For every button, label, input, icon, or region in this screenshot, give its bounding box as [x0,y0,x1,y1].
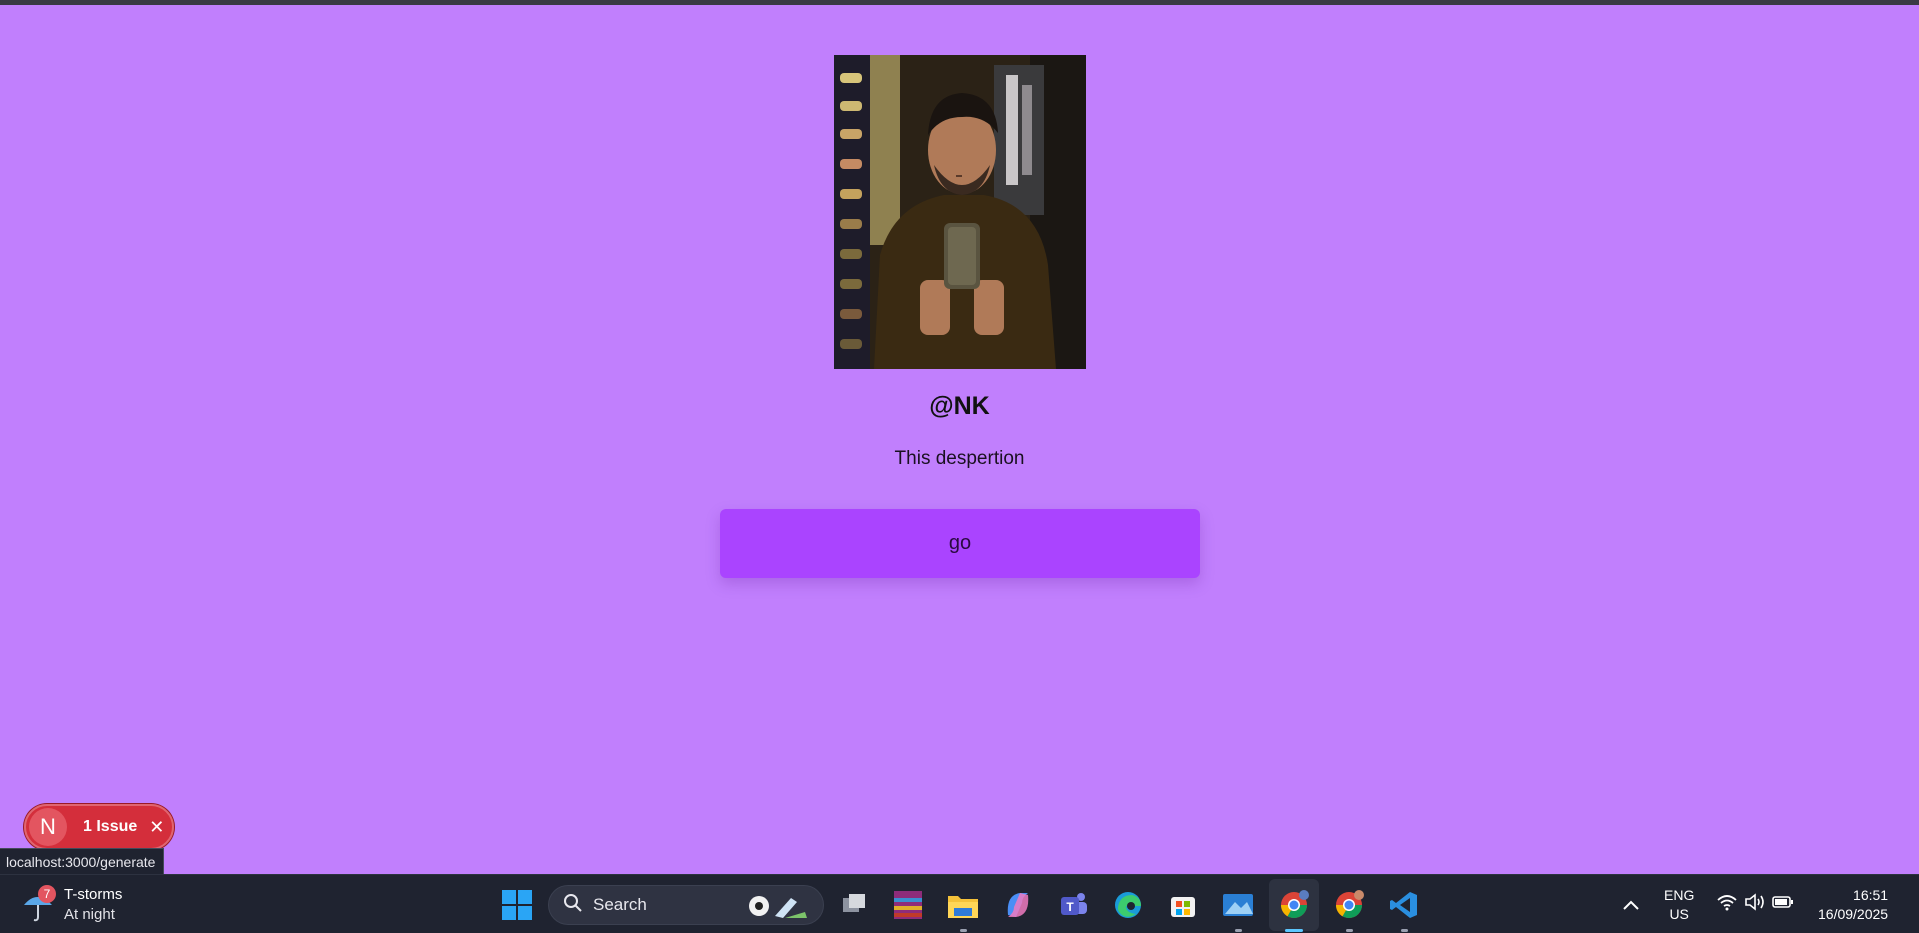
windows-logo-icon [502,890,516,904]
chrome-profile-icon[interactable] [1331,887,1367,932]
go-button[interactable]: go [720,509,1200,578]
volume-icon [1744,893,1766,916]
language-indicator[interactable]: ENG US [1664,875,1694,933]
search-icon [563,893,583,918]
search-highlight-icon [745,892,809,925]
photos-icon[interactable] [1220,887,1256,932]
start-button[interactable] [502,890,532,920]
keyboard-region: US [1669,905,1689,922]
link-status-bar: localhost:3000/generate [0,848,165,874]
close-icon[interactable]: ✕ [149,818,164,836]
profile-handle: @NK [929,392,990,420]
microsoft-store-icon[interactable] [1165,887,1201,923]
language-code: ENG [1664,886,1695,903]
running-indicator [960,929,967,932]
active-app-indicator [1285,929,1303,932]
show-hidden-icons-button[interactable] [1622,875,1640,933]
weather-time-of-day: At night [64,906,115,923]
running-indicator [1401,929,1408,932]
vscode-icon[interactable] [1386,887,1422,932]
running-indicator [1235,929,1242,932]
copilot-icon[interactable] [1000,887,1036,923]
issue-count-label[interactable]: 1 Issue [83,818,137,836]
quick-settings[interactable] [1716,875,1794,933]
taskbar-search[interactable]: Search [548,885,824,925]
windows-taskbar: 7 T-storms At night Search T ENG US 16:5… [0,874,1919,933]
nextjs-issues-indicator[interactable]: N 1 Issue ✕ [24,804,174,850]
clock-time: 16:51 [1853,886,1889,903]
profile-photo [834,55,1086,369]
battery-icon [1772,895,1794,914]
edge-icon[interactable] [1110,887,1146,923]
clock[interactable]: 16:51 16/09/2025 [1818,875,1888,933]
nextjs-logo-icon[interactable]: N [29,808,67,846]
task-view-icon[interactable] [836,887,872,923]
profile-bio: This despertion [894,448,1025,469]
file-explorer-icon[interactable] [945,887,981,932]
umbrella-icon: 7 [22,885,56,925]
winrar-icon[interactable] [890,887,926,923]
running-indicator [1346,929,1353,932]
wifi-icon [1716,893,1738,916]
search-label: Search [593,895,647,914]
svg-text:T: T [1066,900,1074,914]
weather-notification-badge: 7 [38,885,56,903]
weather-widget[interactable]: 7 T-storms At night [22,883,122,927]
chrome-icon[interactable] [1276,887,1312,932]
clock-date: 16/09/2025 [1818,905,1889,922]
weather-condition: T-storms [64,886,123,903]
teams-icon[interactable]: T [1055,887,1091,923]
